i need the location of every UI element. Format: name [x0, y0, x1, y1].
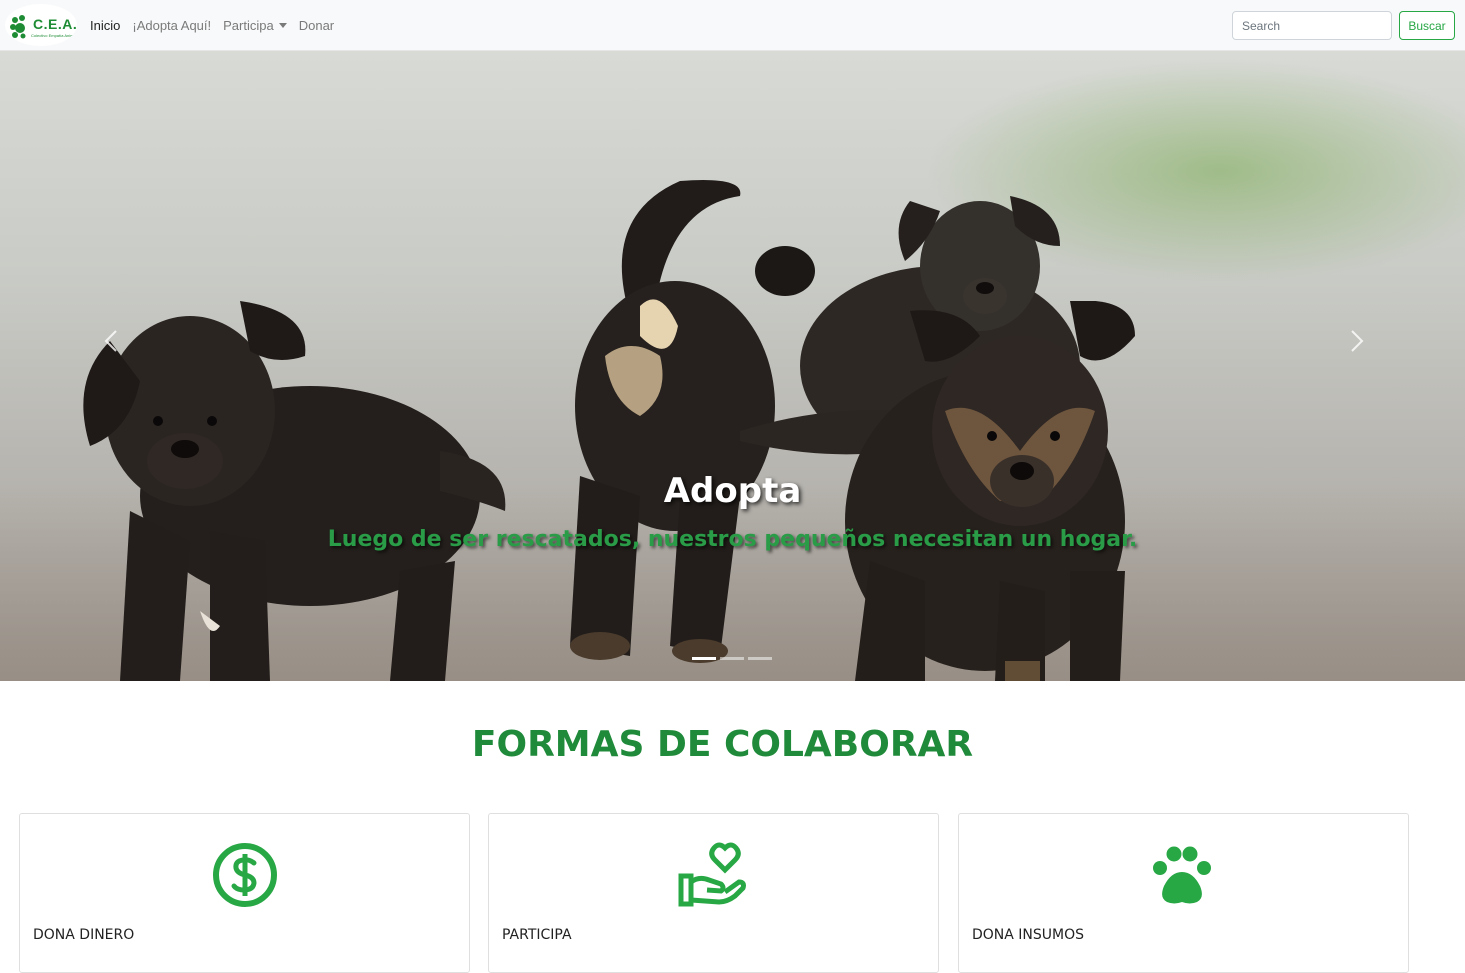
nav-link-adopta[interactable]: ¡Adopta Aquí! [132, 18, 211, 33]
hand-heart-icon [678, 842, 746, 907]
carousel-next-icon[interactable] [1340, 321, 1370, 361]
nav-link-participa-dropdown[interactable]: Participa [223, 18, 287, 33]
navbar: C.E.A. Colectivo Empatía Animal Inicio ¡… [0, 0, 1465, 51]
card-dona-insumos[interactable]: DONA INSUMOS [958, 813, 1409, 973]
logo-subtitle: Colectivo Empatía Animal [31, 33, 77, 38]
carousel-indicator-3[interactable] [748, 657, 772, 660]
carousel-caption-subtitle: Luego de ser rescatados, nuestros pequeñ… [327, 527, 1138, 552]
card-dona-dinero[interactable]: DONA DINERO [19, 813, 470, 973]
nav-link-inicio[interactable]: Inicio [90, 18, 120, 33]
paw-logo-icon [10, 15, 26, 39]
carousel-indicator-2[interactable] [720, 657, 744, 660]
carousel-caption-title: Adopta [663, 471, 802, 511]
carousel-prev-icon[interactable] [98, 321, 128, 361]
logo-text: C.E.A. [33, 16, 77, 32]
paw-icon [1153, 846, 1211, 904]
carousel-indicators [692, 657, 776, 660]
search-input[interactable] [1232, 11, 1392, 40]
dollar-circle-icon [213, 843, 277, 907]
nav-link-participa-label: Participa [223, 18, 274, 33]
nav-links: Inicio ¡Adopta Aquí! Participa Donar [90, 0, 346, 51]
nav-link-donar[interactable]: Donar [299, 18, 334, 33]
hero-carousel: Adopta Luego de ser rescatados, nuestros… [0, 51, 1465, 681]
carousel-indicator-1[interactable] [692, 657, 716, 660]
section-title: FORMAS DE COLABORAR [471, 724, 974, 765]
card-title-participa: PARTICIPA [502, 927, 572, 943]
brand-logo[interactable]: C.E.A. Colectivo Empatía Animal [5, 4, 77, 46]
search-button[interactable]: Buscar [1399, 11, 1455, 40]
card-title-dona-insumos: DONA INSUMOS [972, 927, 1085, 943]
chevron-down-icon [278, 23, 287, 29]
card-title-dona-dinero: DONA DINERO [33, 927, 135, 943]
card-participa[interactable]: PARTICIPA [488, 813, 939, 973]
